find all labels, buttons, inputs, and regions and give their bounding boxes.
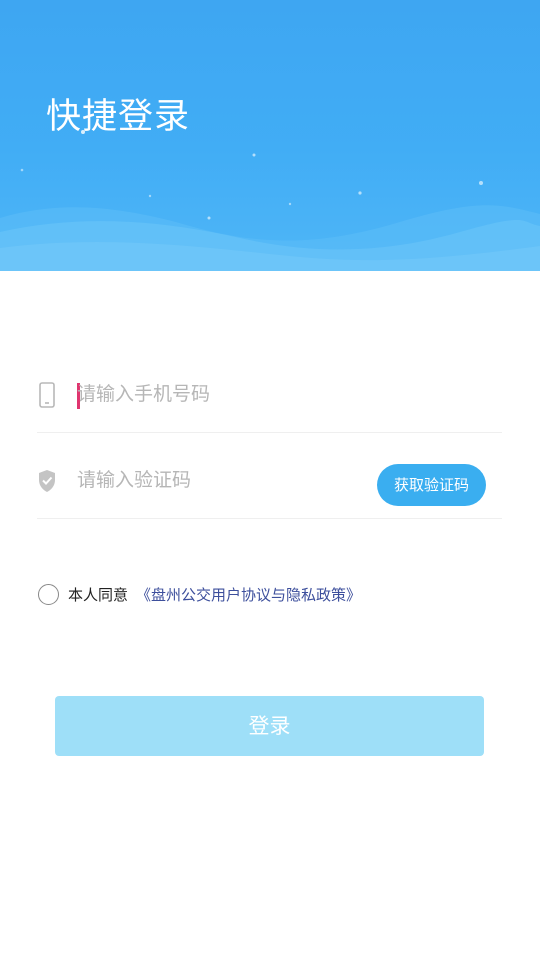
phone-field (37, 346, 502, 433)
phone-icon (37, 382, 57, 408)
agreement-text: 本人同意 (68, 585, 129, 604)
code-input[interactable] (77, 462, 377, 498)
login-button[interactable]: 登录 (55, 696, 484, 756)
agreement-row: 本人同意 《盘州公交用户协议与隐私政策》 (38, 581, 361, 607)
header-banner: 快捷登录 (0, 0, 540, 271)
agreement-link[interactable]: 《盘州公交用户协议与隐私政策》 (136, 584, 361, 605)
agreement-radio[interactable] (38, 583, 59, 605)
phone-input[interactable] (77, 376, 377, 412)
shield-check-icon (37, 468, 57, 494)
page-title: 快捷登录 (46, 97, 191, 137)
code-field: 获取验证码 (37, 432, 502, 519)
get-code-button[interactable]: 获取验证码 (377, 464, 486, 506)
